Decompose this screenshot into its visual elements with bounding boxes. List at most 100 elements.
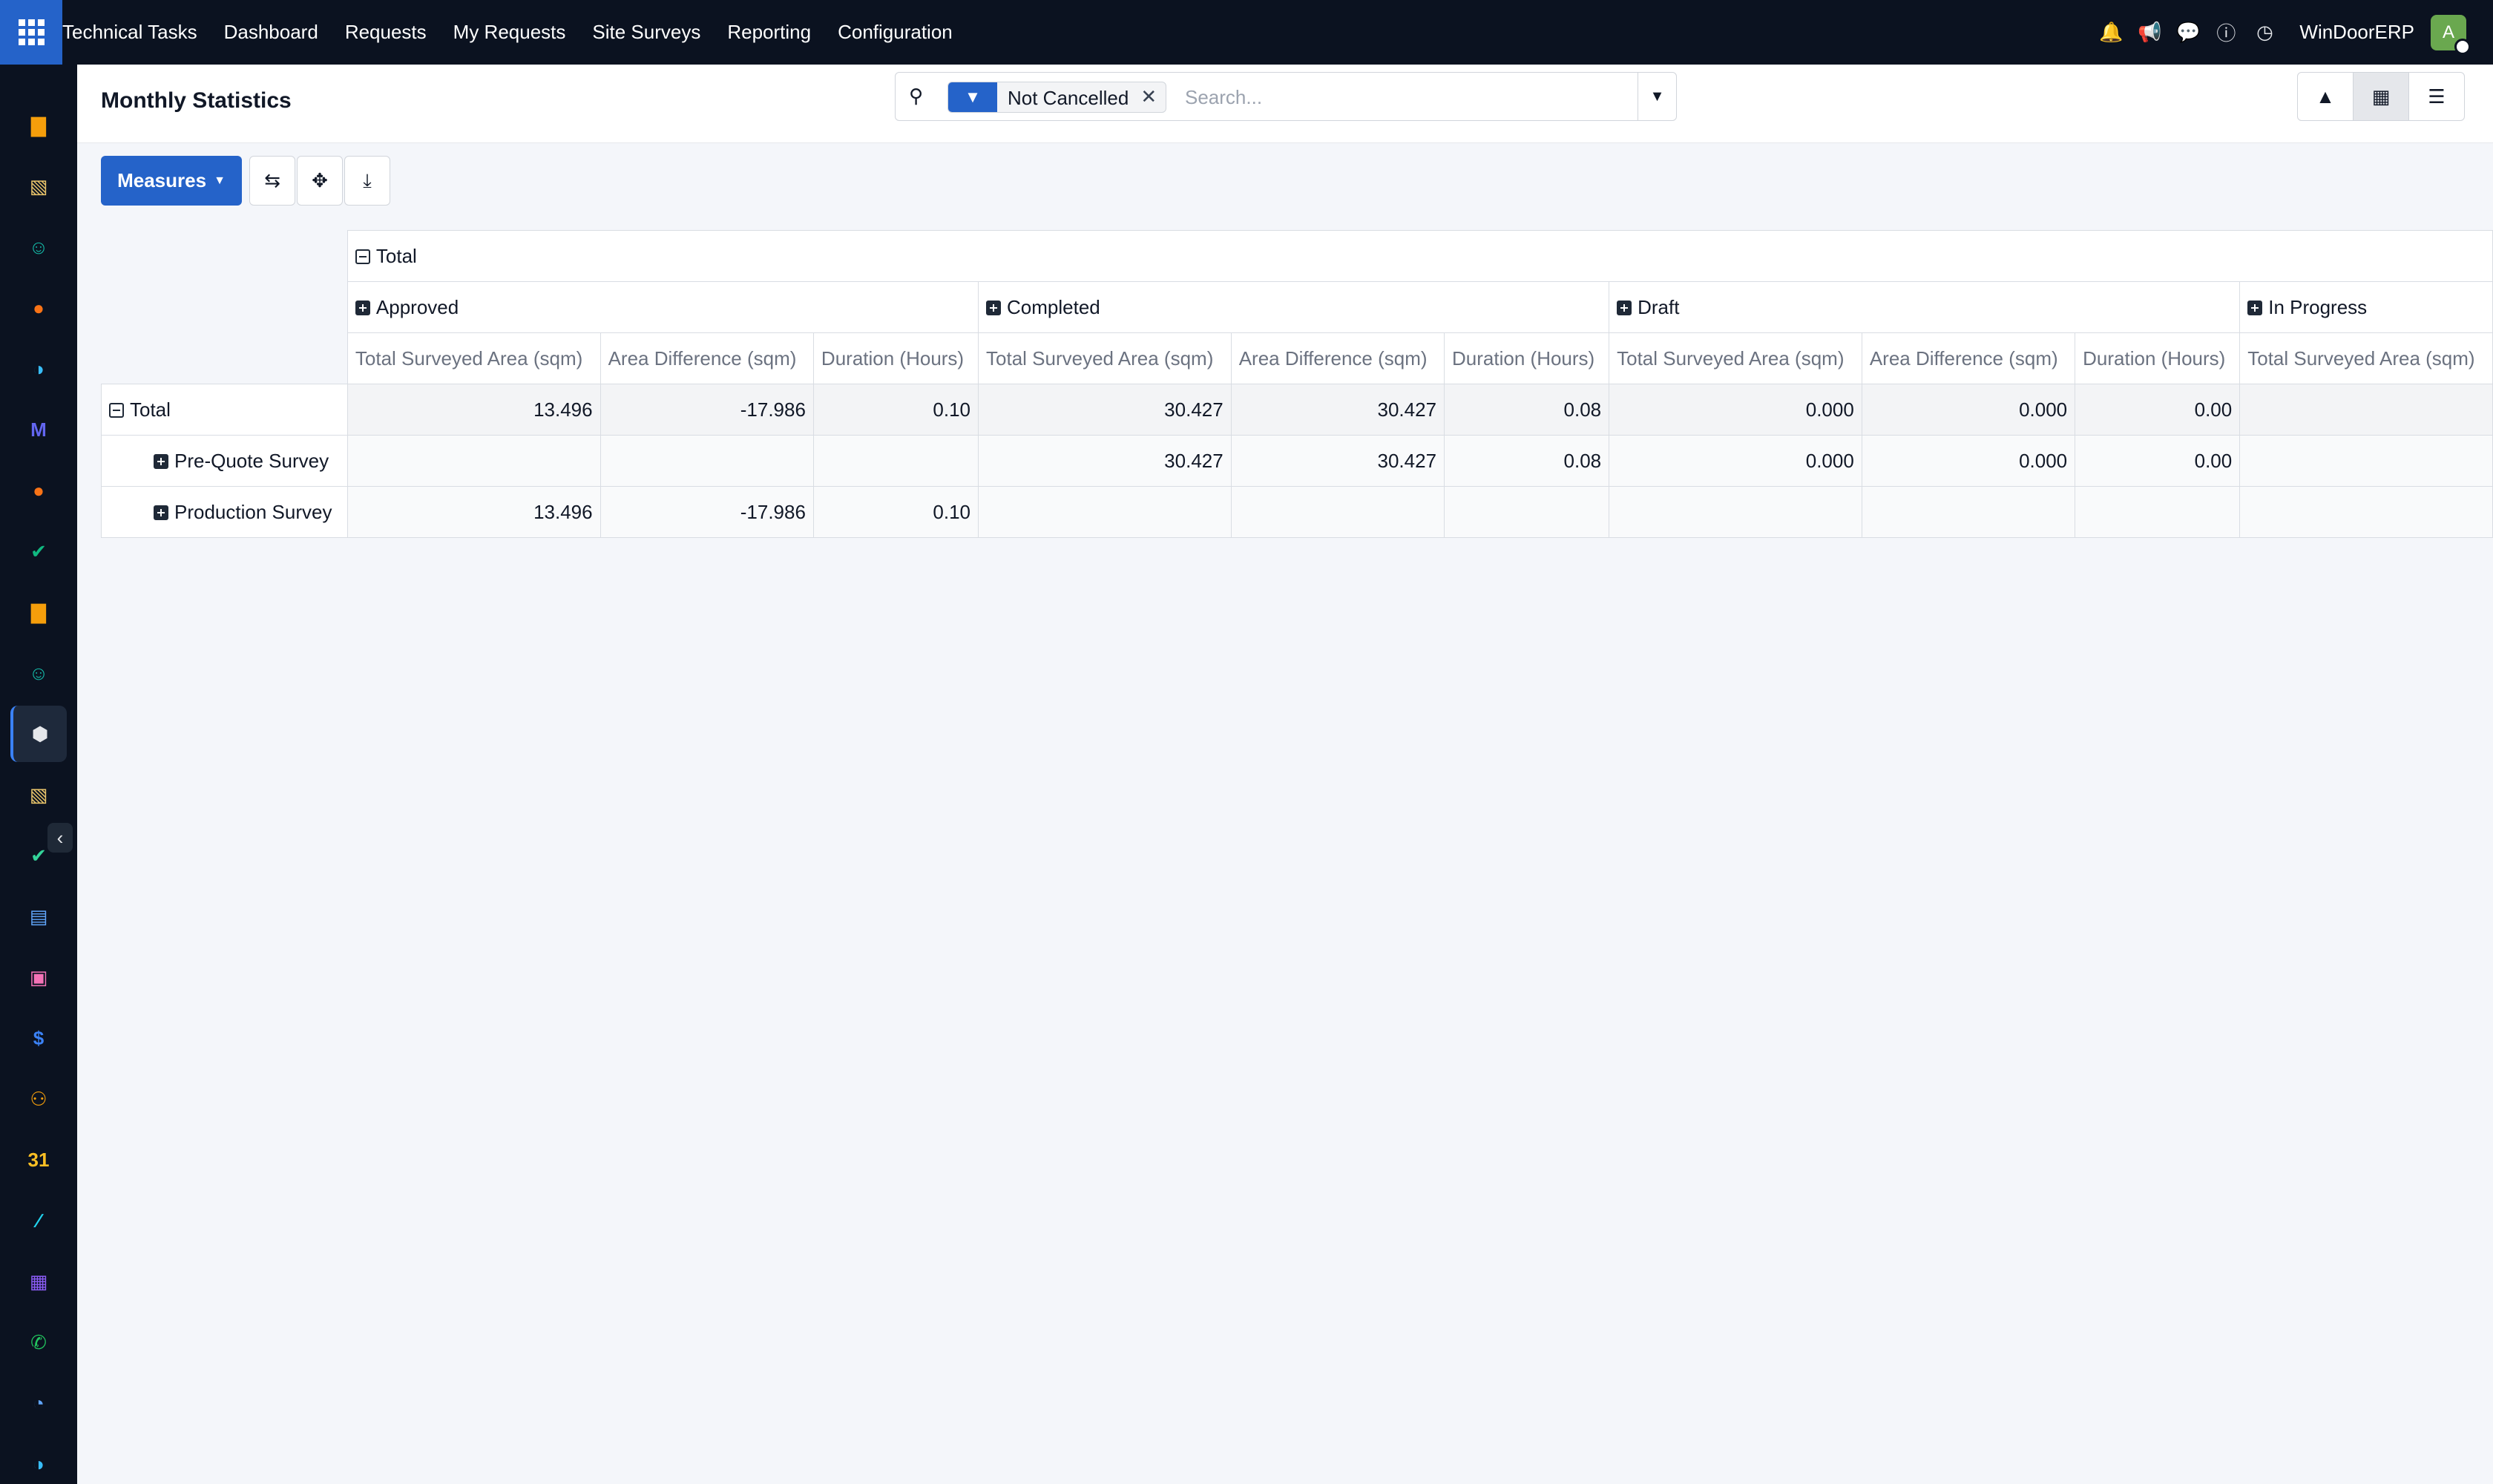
pivot-cell[interactable] (1230, 486, 1445, 538)
pivot-cell[interactable]: 0.10 (812, 384, 979, 436)
sidebar-app-19[interactable]: ▦ (10, 1253, 67, 1310)
sidebar-app-5[interactable]: M (10, 401, 67, 458)
pivot-view-button[interactable]: ▦ (2353, 72, 2409, 121)
pivot-cell[interactable] (2239, 435, 2493, 487)
graph-view-button[interactable]: ▲ (2297, 72, 2354, 121)
sidebar-app-6[interactable]: ● (10, 462, 67, 519)
pivot-cell[interactable]: 0.10 (812, 486, 979, 538)
pivot-cell[interactable] (978, 486, 1232, 538)
sidebar-app-9[interactable]: ☺ (10, 645, 67, 701)
sidebar-app-14[interactable]: ▣ (10, 949, 67, 1005)
facet-remove-icon[interactable]: ✕ (1137, 82, 1166, 112)
sidebar-app-10[interactable]: ⬢ (10, 706, 67, 762)
sidebar-app-1[interactable]: ▧ (10, 158, 67, 214)
row-header[interactable]: Production Survey (101, 486, 348, 538)
menu-configuration[interactable]: Configuration (838, 21, 953, 44)
menu-reporting[interactable]: Reporting (727, 21, 811, 44)
measures-dropdown-button[interactable]: Measures ▼ (101, 156, 242, 206)
column-group-header[interactable]: Completed (978, 281, 1610, 333)
pivot-cell[interactable] (812, 435, 979, 487)
pivot-cell[interactable]: 13.496 (346, 384, 601, 436)
pivot-cell[interactable]: 0.000 (1861, 435, 2076, 487)
chat-icon[interactable]: 💬 (2176, 21, 2200, 44)
measure-header[interactable]: Total Surveyed Area (sqm) (1609, 332, 1862, 384)
pivot-cell[interactable]: -17.986 (600, 486, 814, 538)
search-input[interactable] (1185, 82, 1600, 113)
list-view-button[interactable]: ☰ (2408, 72, 2465, 121)
pivot-cell[interactable] (2075, 486, 2241, 538)
sidebar-app-8[interactable]: ▇ (10, 584, 67, 640)
sidebar-app-12[interactable]: ✔ (10, 827, 67, 884)
pivot-cell[interactable]: 0.00 (2075, 384, 2241, 436)
search-icon[interactable]: ⚲ (909, 85, 923, 108)
measure-header[interactable]: Total Surveyed Area (sqm) (978, 332, 1232, 384)
column-group-header[interactable]: Draft (1609, 281, 2241, 333)
measure-header[interactable]: Duration (Hours) (1444, 332, 1610, 384)
column-header-total[interactable]: Total (346, 230, 2493, 282)
megaphone-icon[interactable]: 📢 (2138, 21, 2161, 44)
measure-header[interactable]: Area Difference (sqm) (600, 332, 814, 384)
pivot-cell[interactable] (2239, 384, 2493, 436)
column-group-label: Draft (1638, 295, 1680, 318)
menu-site-surveys[interactable]: Site Surveys (592, 21, 700, 44)
sidebar-app-15[interactable]: $ (10, 1010, 67, 1066)
pivot-cell[interactable]: 30.427 (978, 384, 1232, 436)
search-options-toggle[interactable]: ▼ (1638, 73, 1676, 120)
sidebar-app-17[interactable]: 31 (10, 1132, 67, 1188)
pivot-cell[interactable]: 30.427 (978, 435, 1232, 487)
sidebar-app-0[interactable]: ▇ (10, 97, 67, 154)
pivot-cell[interactable]: 0.000 (1609, 384, 1862, 436)
column-group-header[interactable]: Approved (346, 281, 979, 333)
sidebar-app-13[interactable]: ▤ (10, 888, 67, 945)
app-name[interactable]: Technical Tasks (62, 21, 197, 44)
pivot-cell[interactable] (1444, 486, 1610, 538)
sidebar-app-18[interactable]: ∕ (10, 1192, 67, 1249)
pivot-cell[interactable] (346, 435, 601, 487)
expand-all-button[interactable]: ✥ (297, 156, 343, 206)
clock-icon[interactable]: ◷ (2253, 21, 2276, 44)
measure-header[interactable]: Area Difference (sqm) (1861, 332, 2076, 384)
dollar-icon: $ (33, 1026, 45, 1049)
sidebar-app-16[interactable]: ⚇ (10, 1071, 67, 1127)
row-header[interactable]: Pre-Quote Survey (101, 435, 348, 487)
pivot-cell[interactable] (600, 435, 814, 487)
pivot-cell[interactable]: 30.427 (1230, 435, 1445, 487)
pivot-cell[interactable]: -17.986 (600, 384, 814, 436)
sidebar-app-11[interactable]: ▧ (10, 766, 67, 823)
measure-header[interactable]: Total Surveyed Area (sqm) (346, 332, 601, 384)
pivot-cell[interactable] (2239, 486, 2493, 538)
pivot-cell[interactable]: 0.00 (2075, 435, 2241, 487)
sidebar-app-3[interactable]: ● (10, 280, 67, 336)
menu-dashboard[interactable]: Dashboard (224, 21, 318, 44)
filter-facet[interactable]: ▼ Not Cancelled ✕ (947, 82, 1167, 113)
company-switcher[interactable]: WinDoorERP (2299, 21, 2414, 44)
sidebar-app-2[interactable]: ☺ (10, 219, 67, 275)
avatar[interactable]: A (2431, 14, 2471, 55)
pivot-cell[interactable]: 0.000 (1609, 435, 1862, 487)
sidebar-app-20[interactable]: ✆ (10, 1314, 67, 1370)
row-header[interactable]: Total (101, 384, 348, 436)
bell-icon[interactable]: 🔔 (2099, 21, 2123, 44)
sidebar-app-21[interactable]: ◔ (10, 1375, 67, 1431)
help-icon[interactable]: ⓘ (2215, 19, 2237, 46)
column-group-header[interactable]: In Progress (2239, 281, 2493, 333)
pivot-cell[interactable]: 30.427 (1230, 384, 1445, 436)
pivot-cell[interactable]: 0.000 (1861, 384, 2076, 436)
menu-my-requests[interactable]: My Requests (453, 21, 566, 44)
sidebar-app-22[interactable]: ◑ (10, 1436, 67, 1484)
pivot-cell[interactable]: 0.08 (1444, 435, 1610, 487)
sidebar-app-7[interactable]: ✔ (10, 523, 67, 580)
pivot-cell[interactable] (1609, 486, 1862, 538)
flip-axis-button[interactable]: ⇆ (249, 156, 295, 206)
measure-header[interactable]: Area Difference (sqm) (1230, 332, 1445, 384)
measure-header[interactable]: Duration (Hours) (812, 332, 979, 384)
pivot-cell[interactable] (1861, 486, 2076, 538)
sidebar-app-4[interactable]: ◑ (10, 341, 67, 397)
pivot-cell[interactable]: 0.08 (1444, 384, 1610, 436)
pivot-cell[interactable]: 13.496 (346, 486, 601, 538)
measure-header[interactable]: Duration (Hours) (2075, 332, 2241, 384)
app-menu-button[interactable] (0, 0, 62, 65)
menu-requests[interactable]: Requests (345, 21, 427, 44)
measure-header[interactable]: Total Surveyed Area (sqm) (2239, 332, 2493, 384)
download-button[interactable]: ⤓ (344, 156, 390, 206)
